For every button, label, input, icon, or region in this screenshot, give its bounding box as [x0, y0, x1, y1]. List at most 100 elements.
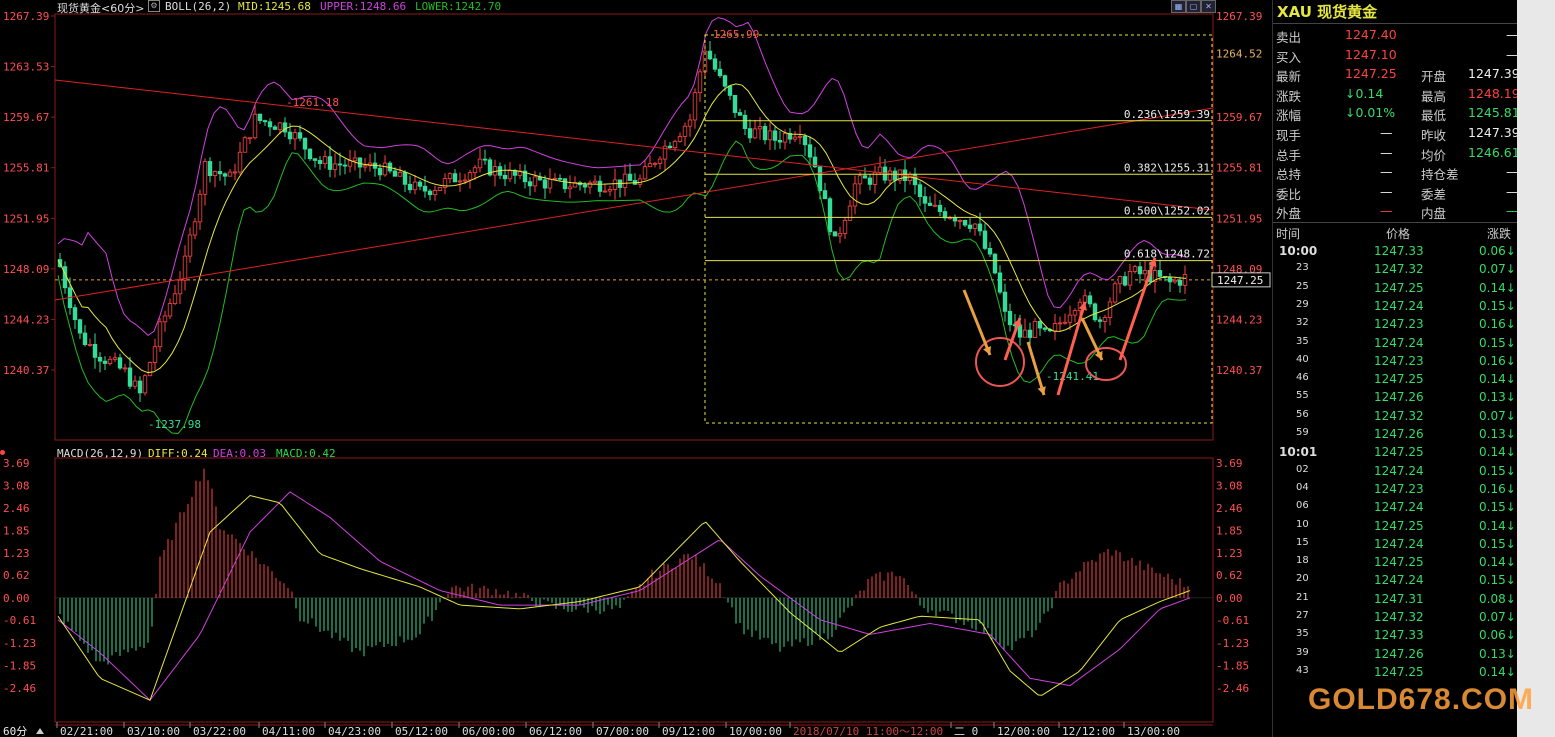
time-axis-label: 03/22:00 — [193, 725, 246, 737]
tick-row[interactable]: 43 1247.25 0.14↓ — [1273, 663, 1518, 681]
candle-body — [672, 140, 678, 149]
tick-price: 1247.26 — [1374, 390, 1424, 405]
candle-body — [1172, 279, 1178, 283]
candle-body — [1102, 317, 1108, 322]
candle-body — [252, 113, 258, 139]
price-axis-left-label: 1240.37 — [3, 364, 49, 377]
tick-row[interactable]: 10 1247.25 0.14↓ — [1273, 517, 1518, 535]
tick-row[interactable]: 29 1247.24 0.15↓ — [1273, 297, 1518, 315]
candle-body — [562, 178, 568, 190]
price-axis-left-label: 1251.95 — [3, 212, 49, 225]
tick-row[interactable]: 15 1247.24 0.15↓ — [1273, 535, 1518, 553]
candle-body — [892, 170, 898, 181]
candle-body — [677, 135, 683, 142]
candle-body — [917, 184, 923, 197]
tick-row[interactable]: 02 1247.24 0.15↓ — [1273, 462, 1518, 480]
tick-row[interactable]: 35 1247.24 0.15↓ — [1273, 334, 1518, 352]
candle-body — [687, 119, 693, 127]
tick-change: 0.14↓ — [1479, 664, 1516, 679]
quote-label: 最高 — [1421, 88, 1447, 104]
time-axis-label: 07/00:00 — [596, 725, 649, 737]
macd-axis-left-label: 0.00 — [3, 592, 30, 605]
macd-axis-left-label: -0.61 — [3, 614, 36, 627]
tick-row[interactable]: 18 1247.25 0.14↓ — [1273, 553, 1518, 571]
quote-label: 委差 — [1421, 186, 1447, 202]
quote-label: 涨跌 — [1276, 88, 1302, 104]
candle-body — [347, 160, 353, 167]
tick-row[interactable]: 20 1247.24 0.15↓ — [1273, 571, 1518, 589]
tick-time: 25 — [1296, 280, 1309, 292]
chart-area[interactable]: 现货黄金<60分> ⚙ BOLL(26,2) MID:1245.68 UPPER… — [0, 0, 1272, 737]
tick-row[interactable]: 23 1247.32 0.07↓ — [1273, 260, 1518, 278]
tick-price: 1247.32 — [1374, 262, 1424, 277]
tick-row[interactable]: 35 1247.33 0.06↓ — [1273, 626, 1518, 644]
tick-change: 0.13↓ — [1479, 390, 1516, 405]
quote-label: 委比 — [1276, 186, 1302, 202]
tick-row[interactable]: 55 1247.26 0.13↓ — [1273, 388, 1518, 406]
candle-body — [167, 303, 173, 317]
tick-price: 1247.24 — [1374, 536, 1424, 551]
tick-row[interactable]: 40 1247.23 0.16↓ — [1273, 352, 1518, 370]
price-axis-right-label: 1240.37 — [1216, 364, 1262, 377]
price-chart-svg: 1267.39 1263.53 1259.67 1255.81 1251.95 1248.… — [3, 10, 1271, 737]
tick-row[interactable]: 21 1247.31 0.08↓ — [1273, 590, 1518, 608]
tick-row[interactable]: 04 1247.23 0.16↓ — [1273, 480, 1518, 498]
macd-axis-right-label: 1.85 — [1216, 524, 1243, 537]
macd-axis-left-label: 2.46 — [3, 502, 30, 515]
tick-price: 1247.24 — [1374, 298, 1424, 313]
candle-body — [747, 128, 753, 139]
trend-line-down — [54, 79, 1214, 211]
macd-axis-right-label: -1.23 — [1216, 637, 1249, 650]
macd-axis-right-label: 0.00 — [1216, 592, 1243, 605]
candle-body — [122, 367, 128, 370]
candle-body — [1032, 320, 1038, 338]
candle-body — [202, 161, 208, 195]
tick-row[interactable]: 10:00 1247.33 0.06↓ — [1273, 242, 1518, 260]
candle-body — [997, 272, 1003, 293]
quote-label: 最低 — [1421, 108, 1447, 124]
tick-row[interactable]: 27 1247.32 0.07↓ — [1273, 608, 1518, 626]
quote-value: 1245.81 — [1468, 105, 1520, 121]
candle-body — [542, 179, 548, 189]
tick-price: 1247.31 — [1374, 591, 1424, 606]
tick-time: 39 — [1296, 646, 1309, 658]
tick-change: 0.15↓ — [1479, 463, 1516, 478]
tick-row[interactable]: 56 1247.32 0.07↓ — [1273, 407, 1518, 425]
tick-row[interactable]: 39 1247.26 0.13↓ — [1273, 645, 1518, 663]
candle-body — [152, 346, 158, 363]
candle-body — [642, 166, 648, 180]
candle-body — [912, 173, 918, 186]
candle-body — [737, 112, 743, 116]
fib-level-label: 0.618\1248.72 — [1124, 248, 1210, 261]
time-axis-label: 06/12:00 — [529, 725, 582, 737]
tick-price: 1247.26 — [1374, 646, 1424, 661]
candle-body — [412, 181, 418, 191]
price-axis-left-label: 1255.81 — [3, 162, 49, 175]
tick-row[interactable]: 06 1247.24 0.15↓ — [1273, 498, 1518, 516]
price-axis-left-label: 1248.09 — [3, 263, 49, 276]
candle-body — [1127, 271, 1133, 286]
candle-body — [77, 319, 83, 334]
candle-body — [777, 139, 783, 143]
candle-body — [312, 158, 318, 161]
macd-axis-right-label: -0.61 — [1216, 614, 1249, 627]
candle-body — [1087, 295, 1093, 305]
candle-body — [242, 137, 248, 153]
tick-row[interactable]: 32 1247.23 0.16↓ — [1273, 315, 1518, 333]
tick-price: 1247.25 — [1374, 555, 1424, 570]
candle-body — [462, 179, 468, 182]
tick-change: 0.14↓ — [1479, 518, 1516, 533]
tick-row[interactable]: 25 1247.25 0.14↓ — [1273, 279, 1518, 297]
candle-body — [1017, 324, 1023, 338]
candle-body — [1042, 327, 1048, 330]
tick-row[interactable]: 59 1247.26 0.13↓ — [1273, 425, 1518, 443]
tick-row[interactable]: 46 1247.25 0.14↓ — [1273, 370, 1518, 388]
candle-body — [237, 151, 243, 173]
tick-price: 1247.26 — [1374, 427, 1424, 441]
tick-row[interactable]: 10:01 1247.25 0.14↓ — [1273, 443, 1518, 461]
candle-body — [1097, 319, 1103, 322]
candle-body — [452, 173, 458, 183]
candle-body — [967, 224, 973, 229]
tick-time: 43 — [1296, 664, 1309, 676]
candle-body — [922, 196, 928, 204]
